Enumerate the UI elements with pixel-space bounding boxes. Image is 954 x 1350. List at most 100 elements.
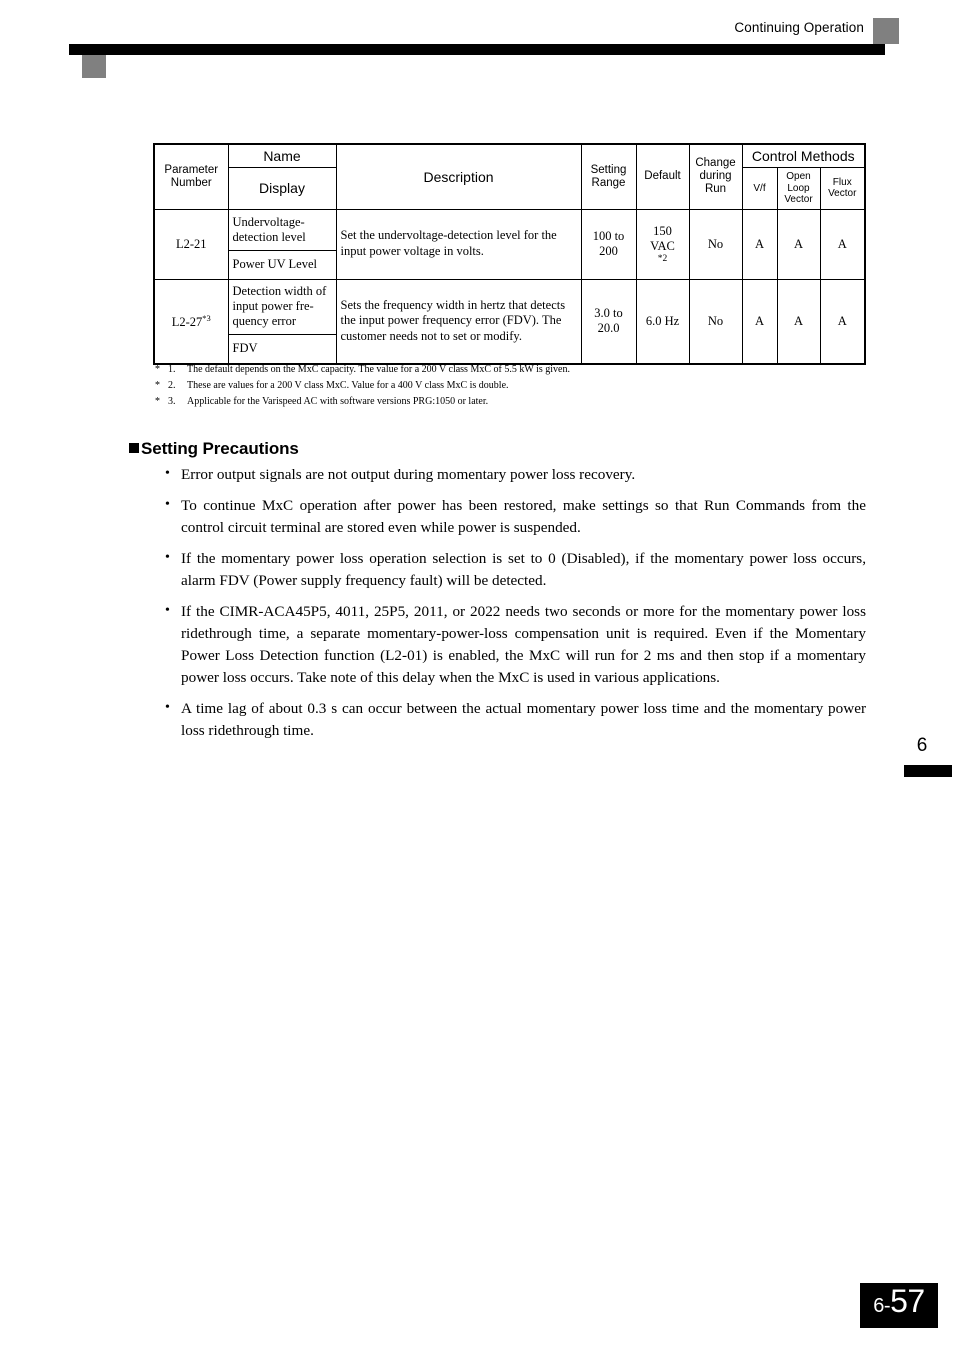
row1-change-during-run: No xyxy=(688,208,743,280)
bullet-dot-icon: • xyxy=(165,603,170,619)
footnote-1-text: The default depends on the MxC capacity.… xyxy=(187,364,570,375)
row1-default-line2: VAC xyxy=(650,239,675,254)
bullet-dot-icon: • xyxy=(165,550,170,566)
footnote-1: * 1. The default depends on the MxC capa… xyxy=(155,362,855,378)
list-item-text: A time lag of about 0.3 s can occur betw… xyxy=(181,700,866,740)
row1-setting-range-line1: 100 to xyxy=(592,229,625,244)
table-header-row-1: Parameter Number Name Description Settin… xyxy=(153,143,866,210)
footnote-1-star: * xyxy=(155,364,160,375)
list-item-text: Error output signals are not output duri… xyxy=(181,466,636,483)
list-item: • To continue MxC operation after power … xyxy=(165,495,866,539)
row2-setting-range-line2: 20.0 xyxy=(597,321,620,336)
row2-setting-range: 3.0 to 20.0 xyxy=(580,278,637,365)
row2-display: FDV xyxy=(227,333,337,365)
row2-open-loop-vector: A xyxy=(776,278,821,365)
row2-vf: A xyxy=(741,278,778,365)
row2-description: Sets the frequency width in hertz that d… xyxy=(335,278,582,365)
page-header: Continuing Operation xyxy=(0,0,954,90)
header-change-during-run-line3: Run xyxy=(704,183,727,196)
header-parameter-number-line2: Number xyxy=(170,176,212,189)
row2-flux-vector: A xyxy=(819,278,866,365)
row2-change-during-run: No xyxy=(688,278,743,365)
footnote-2-text: These are values for a 200 V class MxC. … xyxy=(187,380,509,392)
footnote-2-number: 2. xyxy=(168,380,176,392)
header-title: Continuing Operation xyxy=(734,20,864,35)
row1-setting-range: 100 to 200 xyxy=(580,208,637,280)
row1-description: Set the undervoltage-detection level for… xyxy=(335,208,582,280)
list-item: • A time lag of about 0.3 s can occur be… xyxy=(165,698,866,742)
page-number-page: 57 xyxy=(890,1283,925,1319)
list-item-text: If the CIMR-ACA45P5, 4011, 25P5, 2011, o… xyxy=(181,603,866,687)
header-parameter-number: Parameter Number xyxy=(153,143,229,210)
row2-name-line2: input power fre- xyxy=(232,299,314,314)
header-name: Name xyxy=(227,143,337,169)
row1-open-loop-vector: A xyxy=(776,208,821,280)
header-left-tab-marker xyxy=(82,55,106,78)
row1-name: Undervoltage- detection level xyxy=(227,208,337,251)
header-flux-vector: Flux Vector xyxy=(819,167,866,210)
header-display: Display xyxy=(227,167,337,210)
bullet-dot-icon: • xyxy=(165,700,170,716)
row2-name-line1: Detection width of xyxy=(232,284,327,299)
header-rule xyxy=(69,44,885,55)
footnote-3-number: 3. xyxy=(168,396,176,408)
table-row: L2-21 Undervoltage- detection level Set … xyxy=(153,208,866,280)
row2-parameter-number: L2-27*3 xyxy=(153,278,229,365)
header-open-loop-vector-line2: Loop xyxy=(787,182,810,194)
row1-default: 150 VAC *2 xyxy=(635,208,690,280)
header-change-during-run-line1: Change xyxy=(695,156,736,169)
parameter-table-element: Parameter Number Name Description Settin… xyxy=(153,143,866,365)
header-change-during-run: Change during Run xyxy=(688,143,743,210)
chapter-tab-marker xyxy=(904,765,952,777)
header-description: Description xyxy=(335,143,582,210)
footnote-2-star: * xyxy=(155,380,160,392)
footnote-3: * 3. Applicable for the Varispeed AC wit… xyxy=(155,394,855,410)
row1-name-line1: Undervoltage- xyxy=(232,214,305,229)
header-flux-vector-line2: Vector xyxy=(828,188,857,200)
row1-default-footnote-marker: *2 xyxy=(657,254,668,265)
page-number-chapter: 6- xyxy=(873,1295,891,1317)
header-right-tab-marker xyxy=(873,18,899,44)
footnote-3-star: * xyxy=(155,396,160,408)
table-footnotes: * 1. The default depends on the MxC capa… xyxy=(155,362,855,411)
row2-name-line3: quency error xyxy=(232,314,297,329)
precautions-list: • Error output signals are not output du… xyxy=(165,464,866,751)
footnote-2: * 2. These are values for a 200 V class … xyxy=(155,378,855,394)
section-heading: Setting Precautions xyxy=(129,439,299,459)
row1-setting-range-line2: 200 xyxy=(599,244,618,259)
header-setting-range: Setting Range xyxy=(580,143,637,210)
header-default: Default xyxy=(635,143,690,210)
row2-name: Detection width of input power fre- quen… xyxy=(227,278,337,335)
row2-parameter-number-footnote-marker: *3 xyxy=(202,312,211,323)
header-open-loop-vector-line3: Vector xyxy=(784,194,813,206)
section-heading-label: Setting Precautions xyxy=(141,439,299,458)
row1-flux-vector: A xyxy=(819,208,866,280)
header-open-loop-vector-line1: Open xyxy=(786,171,811,183)
header-parameter-number-line1: Parameter xyxy=(164,163,219,176)
page-number: 6- 57 xyxy=(860,1283,938,1328)
header-control-methods: Control Methods xyxy=(741,143,866,169)
list-item: • If the CIMR-ACA45P5, 4011, 25P5, 2011,… xyxy=(165,601,866,689)
row1-display: Power UV Level xyxy=(227,249,337,280)
row1-parameter-number: L2-21 xyxy=(153,208,229,280)
list-item-text: To continue MxC operation after power ha… xyxy=(181,497,866,537)
row2-setting-range-line1: 3.0 to xyxy=(594,306,623,321)
header-change-during-run-line2: during xyxy=(699,170,732,183)
header-open-loop-vector: Open Loop Vector xyxy=(776,167,821,210)
list-item: • If the momentary power loss operation … xyxy=(165,548,866,592)
bullet-dot-icon: • xyxy=(165,497,170,513)
row2-default: 6.0 Hz xyxy=(635,278,690,365)
list-item-text: If the momentary power loss operation se… xyxy=(181,550,866,590)
chapter-number: 6 xyxy=(916,735,928,756)
footnote-3-text: Applicable for the Varispeed AC with sof… xyxy=(187,396,489,408)
bullet-dot-icon: • xyxy=(165,466,170,481)
footnote-1-number: 1. xyxy=(168,364,176,375)
row1-default-line1: 150 xyxy=(653,224,672,239)
parameter-table: Parameter Number Name Description Settin… xyxy=(153,143,866,365)
list-item: • Error output signals are not output du… xyxy=(165,464,866,486)
row1-name-line2: detection level xyxy=(232,229,306,244)
square-bullet-icon xyxy=(129,443,139,453)
header-vf: V/f xyxy=(741,167,778,210)
header-setting-range-line1: Setting xyxy=(590,163,627,176)
header-flux-vector-line1: Flux xyxy=(832,176,852,188)
